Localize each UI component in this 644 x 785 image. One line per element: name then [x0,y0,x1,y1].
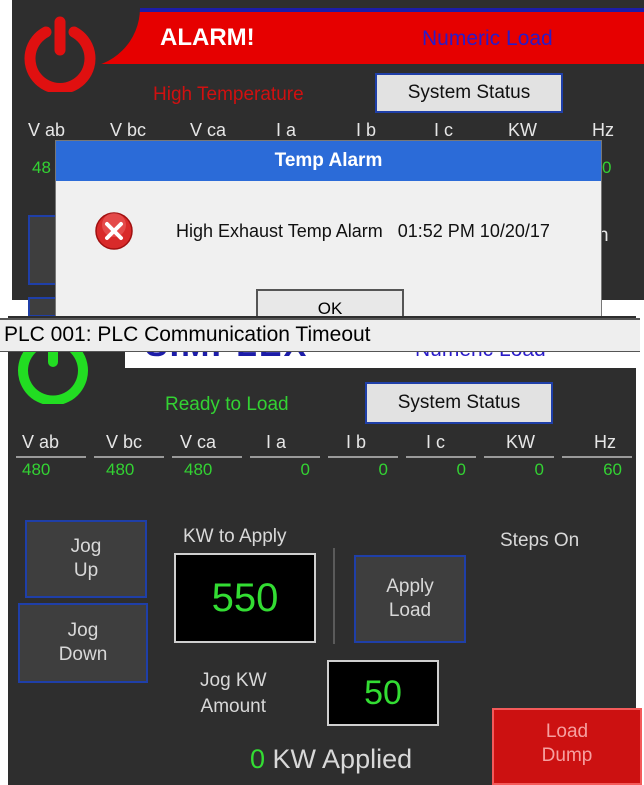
column-label-vca: V ca [190,120,227,140]
column-label-ib: I b [356,120,377,140]
kw-applied-readout: 0 KW Applied [250,744,412,775]
system-status-button[interactable]: System Status [365,382,553,424]
apply-load-button[interactable]: Apply Load [354,555,466,643]
column-label-ic: I c [434,120,454,140]
column-label-vbc: V bc [106,432,143,452]
kw-to-apply-label: KW to Apply [183,526,287,547]
jog-kw-amount-line1: Jog KW [200,670,267,691]
jog-up-line1: Jog [70,536,102,557]
jog-up-button[interactable] [28,215,58,285]
value-hz-partial: 0 [602,158,612,177]
plc-timeout-banner: PLC 001: PLC Communication Timeout [0,318,640,352]
kw-to-apply-input[interactable]: 550 [174,553,316,643]
column-label-hz: Hz [594,432,616,452]
kw-applied-label: KW Applied [272,744,413,774]
column-label-ia: I a [276,120,297,140]
column-divider [328,456,398,458]
load-dump-line2: Dump [541,745,593,766]
divider [333,548,335,644]
error-icon [95,212,133,250]
status-text: Ready to Load [165,394,289,415]
column-label-ic: I c [426,432,446,452]
value-ic: 0 [456,460,466,479]
steps-on-label: Steps On [500,530,580,551]
jog-up-line2: Up [73,560,99,581]
column-label-vab: V ab [22,432,60,452]
apply-load-line2: Load [388,600,432,621]
column-label-kw: KW [506,432,535,452]
jog-kw-amount-label: Jog KW Amount [200,668,267,720]
jog-kw-amount-input[interactable]: 50 [327,660,439,726]
value-hz: 60 [603,460,622,479]
column-divider [562,456,632,458]
column-label-hz: Hz [592,120,614,140]
column-divider [406,456,476,458]
column-divider [484,456,554,458]
column-label-vbc: V bc [110,120,147,140]
load-dump-line1: Load [545,721,589,742]
power-icon[interactable] [22,16,98,92]
column-label-vab: V ab [28,120,66,140]
temp-alarm-dialog: Temp Alarm High Exhaust Temp Alarm 01:52… [55,140,602,329]
jog-down-line1: Jog [67,620,99,641]
jog-down-line2: Down [58,644,108,665]
column-label-vca: V ca [180,432,217,452]
status-text: High Temperature [153,84,304,105]
value-vbc: 480 [106,460,135,479]
jog-up-button[interactable]: Jog Up [25,520,147,598]
load-dump-button[interactable]: Load Dump [492,708,642,785]
dialog-title: Temp Alarm [56,141,601,181]
column-divider [94,456,164,458]
kw-applied-value: 0 [250,744,266,774]
column-divider [16,456,86,458]
column-label-ib: I b [346,432,367,452]
dialog-message: High Exhaust Temp Alarm 01:52 PM 10/20/1… [176,221,550,241]
value-vca: 480 [184,460,213,479]
jog-down-button[interactable] [28,297,58,317]
apply-load-line1: Apply [386,576,434,597]
alarm-title: ALARM! [160,24,255,51]
column-label-kw: KW [508,120,537,140]
value-kw: 0 [534,460,544,479]
jog-kw-amount-line2: Amount [200,696,266,717]
value-ib: 0 [378,460,388,479]
numeric-load-label[interactable]: Numeric Load [422,27,553,51]
system-status-button[interactable]: System Status [375,73,563,113]
column-label-ia: I a [266,432,287,452]
value-vab-partial: 48 [32,158,51,177]
value-ia: 0 [300,460,310,479]
value-vab: 480 [22,460,51,479]
column-divider [172,456,242,458]
column-divider [250,456,320,458]
jog-down-button[interactable]: Jog Down [18,603,148,683]
